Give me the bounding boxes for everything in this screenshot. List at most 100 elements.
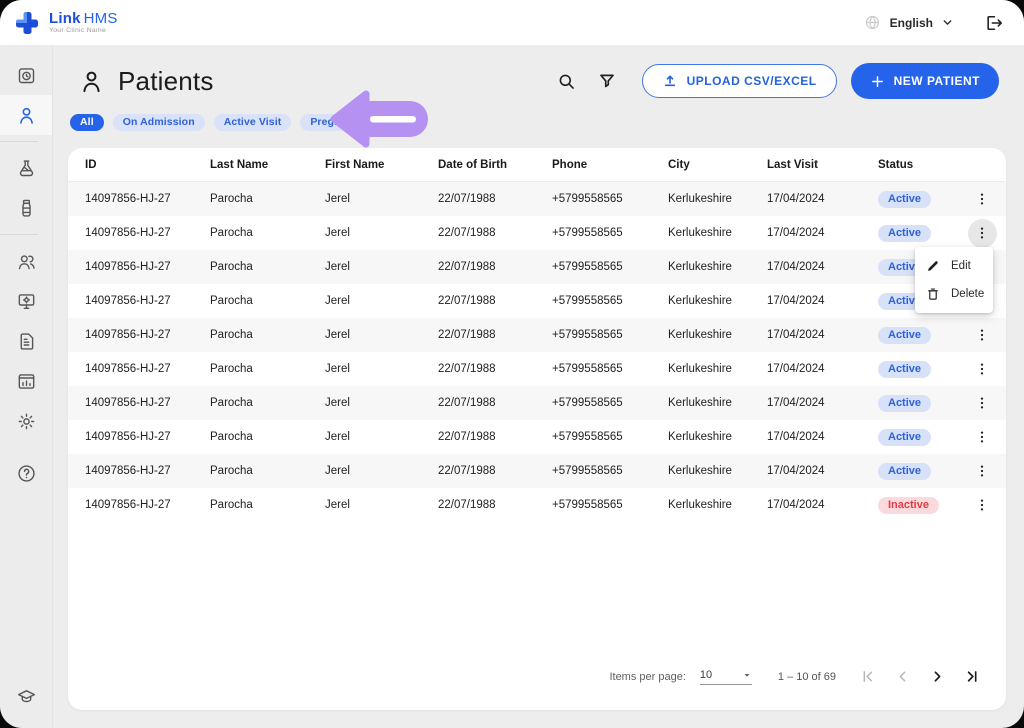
cell-dob: 22/07/1988 <box>438 499 552 511</box>
page-title: Patients <box>118 66 214 97</box>
cell-last-name: Parocha <box>210 193 325 205</box>
language-selector-label[interactable]: English <box>890 16 933 30</box>
table-row[interactable]: 14097856-HJ-27 Parocha Jerel 22/07/1988 … <box>68 386 1006 420</box>
cell-last-visit: 17/04/2024 <box>767 193 878 205</box>
cell-city: Kerlukeshire <box>668 295 767 307</box>
patients-title-icon <box>78 68 105 95</box>
help-icon <box>16 463 37 484</box>
menu-item-edit[interactable]: Edit <box>915 252 993 280</box>
cell-dob: 22/07/1988 <box>438 295 552 307</box>
sidebar-item-billing[interactable] <box>0 321 52 361</box>
cell-city: Kerlukeshire <box>668 363 767 375</box>
upload-csv-button[interactable]: UPLOAD CSV/EXCEL <box>642 64 837 98</box>
table-row[interactable]: 14097856-HJ-27 Parocha Jerel 22/07/1988 … <box>68 216 1006 250</box>
cell-last-visit: 17/04/2024 <box>767 295 878 307</box>
items-per-page-label: Items per page: <box>609 671 685 683</box>
sidebar-item-appointments[interactable] <box>0 55 52 95</box>
learning-graduation-icon <box>16 686 37 707</box>
column-header-id: ID <box>68 159 210 171</box>
row-menu-button[interactable] <box>968 389 997 418</box>
previous-page-button[interactable] <box>889 663 916 690</box>
chevron-down-icon[interactable] <box>941 16 954 29</box>
cell-last-visit: 17/04/2024 <box>767 431 878 443</box>
sidebar-item-reports[interactable] <box>0 361 52 401</box>
column-header-status: Status <box>878 159 958 171</box>
sidebar-item-laboratory[interactable] <box>0 148 52 188</box>
row-menu-button[interactable] <box>968 491 997 520</box>
brand-tagline: Your Clinic Name <box>49 28 118 35</box>
status-badge: Active <box>878 361 931 378</box>
cell-first-name: Jerel <box>325 261 438 273</box>
next-page-button[interactable] <box>924 663 951 690</box>
menu-item-edit-label: Edit <box>951 260 971 272</box>
sidebar-item-staff[interactable] <box>0 241 52 281</box>
row-menu-button[interactable] <box>968 321 997 350</box>
row-menu-button[interactable] <box>968 457 997 486</box>
chip-all[interactable]: All <box>70 114 104 131</box>
status-badge: Active <box>878 429 931 446</box>
sidebar-item-learning[interactable] <box>0 676 52 716</box>
table-row[interactable]: 14097856-HJ-27 Parocha Jerel 22/07/1988 … <box>68 284 1006 318</box>
cell-first-name: Jerel <box>325 329 438 341</box>
cell-city: Kerlukeshire <box>668 227 767 239</box>
cell-phone: +5799558565 <box>552 431 668 443</box>
search-icon[interactable] <box>553 68 580 95</box>
cell-city: Kerlukeshire <box>668 329 767 341</box>
cell-city: Kerlukeshire <box>668 499 767 511</box>
cell-phone: +5799558565 <box>552 329 668 341</box>
table-row[interactable]: 14097856-HJ-27 Parocha Jerel 22/07/1988 … <box>68 488 1006 522</box>
last-page-button[interactable] <box>959 663 986 690</box>
row-menu-button-open[interactable] <box>968 219 997 248</box>
table-row[interactable]: 14097856-HJ-27 Parocha Jerel 22/07/1988 … <box>68 352 1006 386</box>
cell-id: 14097856-HJ-27 <box>68 431 210 443</box>
cell-last-name: Parocha <box>210 431 325 443</box>
sidebar-item-patients[interactable] <box>0 95 52 135</box>
edit-pencil-icon <box>926 259 940 273</box>
row-menu-button[interactable] <box>968 423 997 452</box>
table-row[interactable]: 14097856-HJ-27 Parocha Jerel 22/07/1988 … <box>68 250 1006 284</box>
cell-id: 14097856-HJ-27 <box>68 465 210 477</box>
menu-item-delete[interactable]: Delete <box>915 280 993 308</box>
upload-icon <box>662 73 678 89</box>
status-badge: Inactive <box>878 497 939 514</box>
sidebar-item-workstation[interactable] <box>0 281 52 321</box>
new-patient-label: NEW PATIENT <box>894 74 980 88</box>
new-patient-button[interactable]: NEW PATIENT <box>851 63 999 99</box>
cell-city: Kerlukeshire <box>668 431 767 443</box>
logout-button[interactable] <box>984 13 1004 33</box>
sidebar-divider <box>0 234 38 235</box>
sidebar-item-help[interactable] <box>0 453 52 493</box>
table-header-row: ID Last Name First Name Date of Birth Ph… <box>68 148 1006 182</box>
cell-id: 14097856-HJ-27 <box>68 329 210 341</box>
sidebar-item-pharmacy[interactable] <box>0 188 52 228</box>
globe-icon <box>864 14 881 31</box>
sidebar-item-settings[interactable] <box>0 401 52 441</box>
cell-phone: +5799558565 <box>552 193 668 205</box>
workstation-monitor-icon <box>16 291 37 312</box>
cell-dob: 22/07/1988 <box>438 465 552 477</box>
table-row[interactable]: 14097856-HJ-27 Parocha Jerel 22/07/1988 … <box>68 318 1006 352</box>
chip-on-admission[interactable]: On Admission <box>113 114 205 131</box>
chip-pregnant[interactable]: Pregnant <box>300 114 366 131</box>
status-badge: Active <box>878 395 931 412</box>
sidebar <box>0 45 53 728</box>
table-row[interactable]: 14097856-HJ-27 Parocha Jerel 22/07/1988 … <box>68 182 1006 216</box>
row-menu-button[interactable] <box>968 185 997 214</box>
laboratory-flask-icon <box>16 158 37 179</box>
app-window: LinkHMS Your Clinic Name English <box>0 0 1024 728</box>
filter-chips: All On Admission Active Visit Pregnant <box>70 113 1024 131</box>
cell-phone: +5799558565 <box>552 227 668 239</box>
items-per-page-select[interactable]: 10 <box>700 669 752 685</box>
cell-first-name: Jerel <box>325 431 438 443</box>
chip-active-visit[interactable]: Active Visit <box>214 114 292 131</box>
filter-icon[interactable] <box>594 68 620 94</box>
row-menu-button[interactable] <box>968 355 997 384</box>
brand-name-secondary: HMS <box>84 10 118 27</box>
brand-name: LinkHMS <box>49 11 118 26</box>
table-row[interactable]: 14097856-HJ-27 Parocha Jerel 22/07/1988 … <box>68 420 1006 454</box>
table-row[interactable]: 14097856-HJ-27 Parocha Jerel 22/07/1988 … <box>68 454 1006 488</box>
cell-last-visit: 17/04/2024 <box>767 261 878 273</box>
cell-last-name: Parocha <box>210 363 325 375</box>
first-page-button[interactable] <box>854 663 881 690</box>
column-header-last-name: Last Name <box>210 159 325 171</box>
